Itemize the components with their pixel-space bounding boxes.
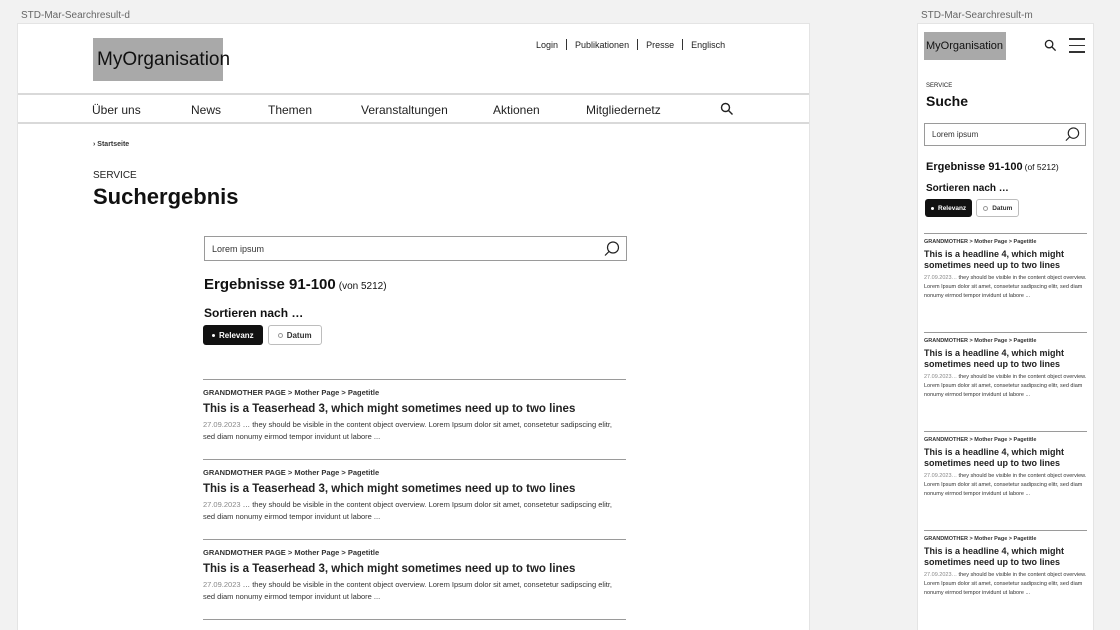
mobile-result-item[interactable]: GRANDMOTHER > Mother Page > Pagetitle Th… [924,431,1087,530]
mobile-logo[interactable]: MyOrganisation [924,32,1006,60]
desktop-frame-label: STD-Mar-Searchresult-d [21,10,130,21]
mobile-search-input-value: Lorem ipsum [932,130,979,139]
meta-nav-englisch[interactable]: Englisch [691,40,725,50]
meta-nav-divider [637,39,639,50]
mobile-result-item[interactable]: GRANDMOTHER > Mother Page > Pagetitle Th… [924,332,1087,431]
nav-item-themen[interactable]: Themen [268,103,312,117]
result-teaser: 27.09.2023 … they should be visible in t… [203,579,626,603]
result-breadcrumb: GRANDMOTHER PAGE > Mother Page > Pagetit… [203,468,380,477]
main-nav: Über uns News Themen Veranstaltungen Akt… [92,102,809,119]
result-teaser: 27.09.2023 … they should be visible in t… [203,419,626,443]
search-icon[interactable] [720,102,734,116]
result-total: (von 5212) [338,281,387,292]
mobile-result-teaser: 27.09.2023… they should be visible in th… [924,274,1087,301]
sort-options: Relevanz Datum [203,325,322,345]
result-teaser-text: … they should be visible in the content … [203,500,612,521]
page-title: Suchergebnis [93,184,239,209]
result-item[interactable]: GRANDMOTHER PAGE > Mother Page > Pagetit… [203,379,626,459]
mobile-result-date: 27.09.2023… [924,275,958,281]
mobile-result-date: 27.09.2023… [924,572,958,578]
mobile-result-item[interactable]: GRANDMOTHER > Mother Page > Pagetitle Th… [924,530,1087,629]
mobile-result-item[interactable]: GRANDMOTHER > Mother Page > Pagetitle Th… [924,233,1087,332]
breadcrumb-chevron-icon: › [93,141,96,148]
result-teaser: 27.09.2023 … they should be visible in t… [203,499,626,523]
result-date: 27.09.2023 [203,580,241,589]
sort-label: Sortieren nach … [204,306,304,320]
mobile-result-breadcrumb: GRANDMOTHER > Mother Page > Pagetitle [924,437,1037,443]
mobile-result-title[interactable]: This is a headline 4, which might someti… [924,249,1087,271]
mobile-sort-options: Relevanz Datum [925,199,1020,217]
mobile-result-breadcrumb: GRANDMOTHER > Mother Page > Pagetitle [924,536,1037,542]
mobile-sort-datum-chip[interactable]: Datum [976,199,1020,217]
nav-item-veranstaltungen[interactable]: Veranstaltungen [361,103,448,117]
result-count: Ergebnisse 91-100 (von 5212) [204,276,387,293]
search-submit-icon[interactable] [603,240,621,258]
mobile-frame-label: STD-Mar-Searchresult-m [921,10,1033,21]
result-title[interactable]: This is a Teaserhead 3, which might some… [203,483,626,495]
mobile-search-icon[interactable] [1044,39,1057,52]
mobile-result-count: Ergebnisse 91-100 (of 5212) [926,161,1059,173]
result-item[interactable]: GRANDMOTHER PAGE > Mother Page > Pagetit… [203,539,626,619]
mobile-result-title[interactable]: This is a headline 4, which might someti… [924,348,1087,370]
mobile-search-submit-icon[interactable] [1064,126,1081,143]
mobile-result-date: 27.09.2023… [924,374,958,380]
result-title[interactable]: This is a Teaserhead 3, which might some… [203,403,626,415]
result-breadcrumb: GRANDMOTHER PAGE > Mother Page > Pagetit… [203,548,380,557]
nav-item-news[interactable]: News [191,103,221,117]
sort-datum-chip[interactable]: Datum [267,325,322,345]
sort-relevanz-chip[interactable]: Relevanz [203,325,263,345]
result-date: 27.09.2023 [203,500,241,509]
mobile-result-date: 27.09.2023… [924,473,958,479]
meta-nav-divider [566,39,568,50]
breadcrumb-startseite[interactable]: Startseite [97,141,129,148]
result-list-end-divider [203,619,626,630]
mobile-search-input[interactable]: Lorem ipsum [924,123,1086,146]
result-teaser-text: … they should be visible in the content … [203,420,612,441]
mobile-result-title[interactable]: This is a headline 4, which might someti… [924,447,1087,469]
header-divider [18,93,809,95]
mobile-result-teaser: 27.09.2023… they should be visible in th… [924,472,1087,499]
result-list: GRANDMOTHER PAGE > Mother Page > Pagetit… [203,379,626,630]
mobile-result-teaser: 27.09.2023… they should be visible in th… [924,373,1087,400]
mobile-result-teaser: 27.09.2023… they should be visible in th… [924,571,1087,598]
mobile-result-title[interactable]: This is a headline 4, which might someti… [924,546,1087,568]
page-kicker: SERVICE [93,170,137,181]
search-input[interactable]: Lorem ipsum [204,236,627,261]
mobile-page-kicker: SERVICE [926,83,953,89]
mobile-page-title: Suche [926,93,969,109]
logo[interactable]: MyOrganisation [93,38,230,81]
meta-nav: Login Publikationen Presse Englisch [536,39,725,50]
desktop-frame: MyOrganisation Login Publikationen Press… [18,24,809,630]
result-date: 27.09.2023 [203,420,241,429]
mobile-result-list: GRANDMOTHER > Mother Page > Pagetitle Th… [924,233,1087,629]
meta-nav-presse[interactable]: Presse [646,40,674,50]
nav-item-aktionen[interactable]: Aktionen [493,103,540,117]
result-title[interactable]: This is a Teaserhead 3, which might some… [203,563,626,575]
meta-nav-divider [682,39,684,50]
result-teaser-text: … they should be visible in the content … [203,580,612,601]
mobile-sort-relevanz-chip[interactable]: Relevanz [925,199,973,217]
nav-item-mitgliedernetz[interactable]: Mitgliedernetz [586,103,661,117]
nav-item-ueber-uns[interactable]: Über uns [92,103,141,117]
mobile-sort-label: Sortieren nach … [926,183,1009,194]
mobile-result-breadcrumb: GRANDMOTHER > Mother Page > Pagetitle [924,338,1037,344]
nav-divider [18,122,809,124]
result-breadcrumb: GRANDMOTHER PAGE > Mother Page > Pagetit… [203,388,380,397]
breadcrumb: › Startseite [93,141,129,148]
meta-nav-publikationen[interactable]: Publikationen [575,40,629,50]
mobile-frame: MyOrganisation SERVICE Suche Lorem ipsum… [918,24,1093,630]
mobile-result-range: Ergebnisse 91-100 [926,161,1023,173]
result-range: Ergebnisse 91-100 [204,276,336,293]
mobile-result-breadcrumb: GRANDMOTHER > Mother Page > Pagetitle [924,239,1037,245]
mobile-result-total: (of 5212) [1024,162,1059,172]
hamburger-menu-icon[interactable] [1069,38,1085,53]
search-input-value: Lorem ipsum [212,243,265,254]
meta-nav-login[interactable]: Login [536,40,558,50]
result-item[interactable]: GRANDMOTHER PAGE > Mother Page > Pagetit… [203,459,626,539]
